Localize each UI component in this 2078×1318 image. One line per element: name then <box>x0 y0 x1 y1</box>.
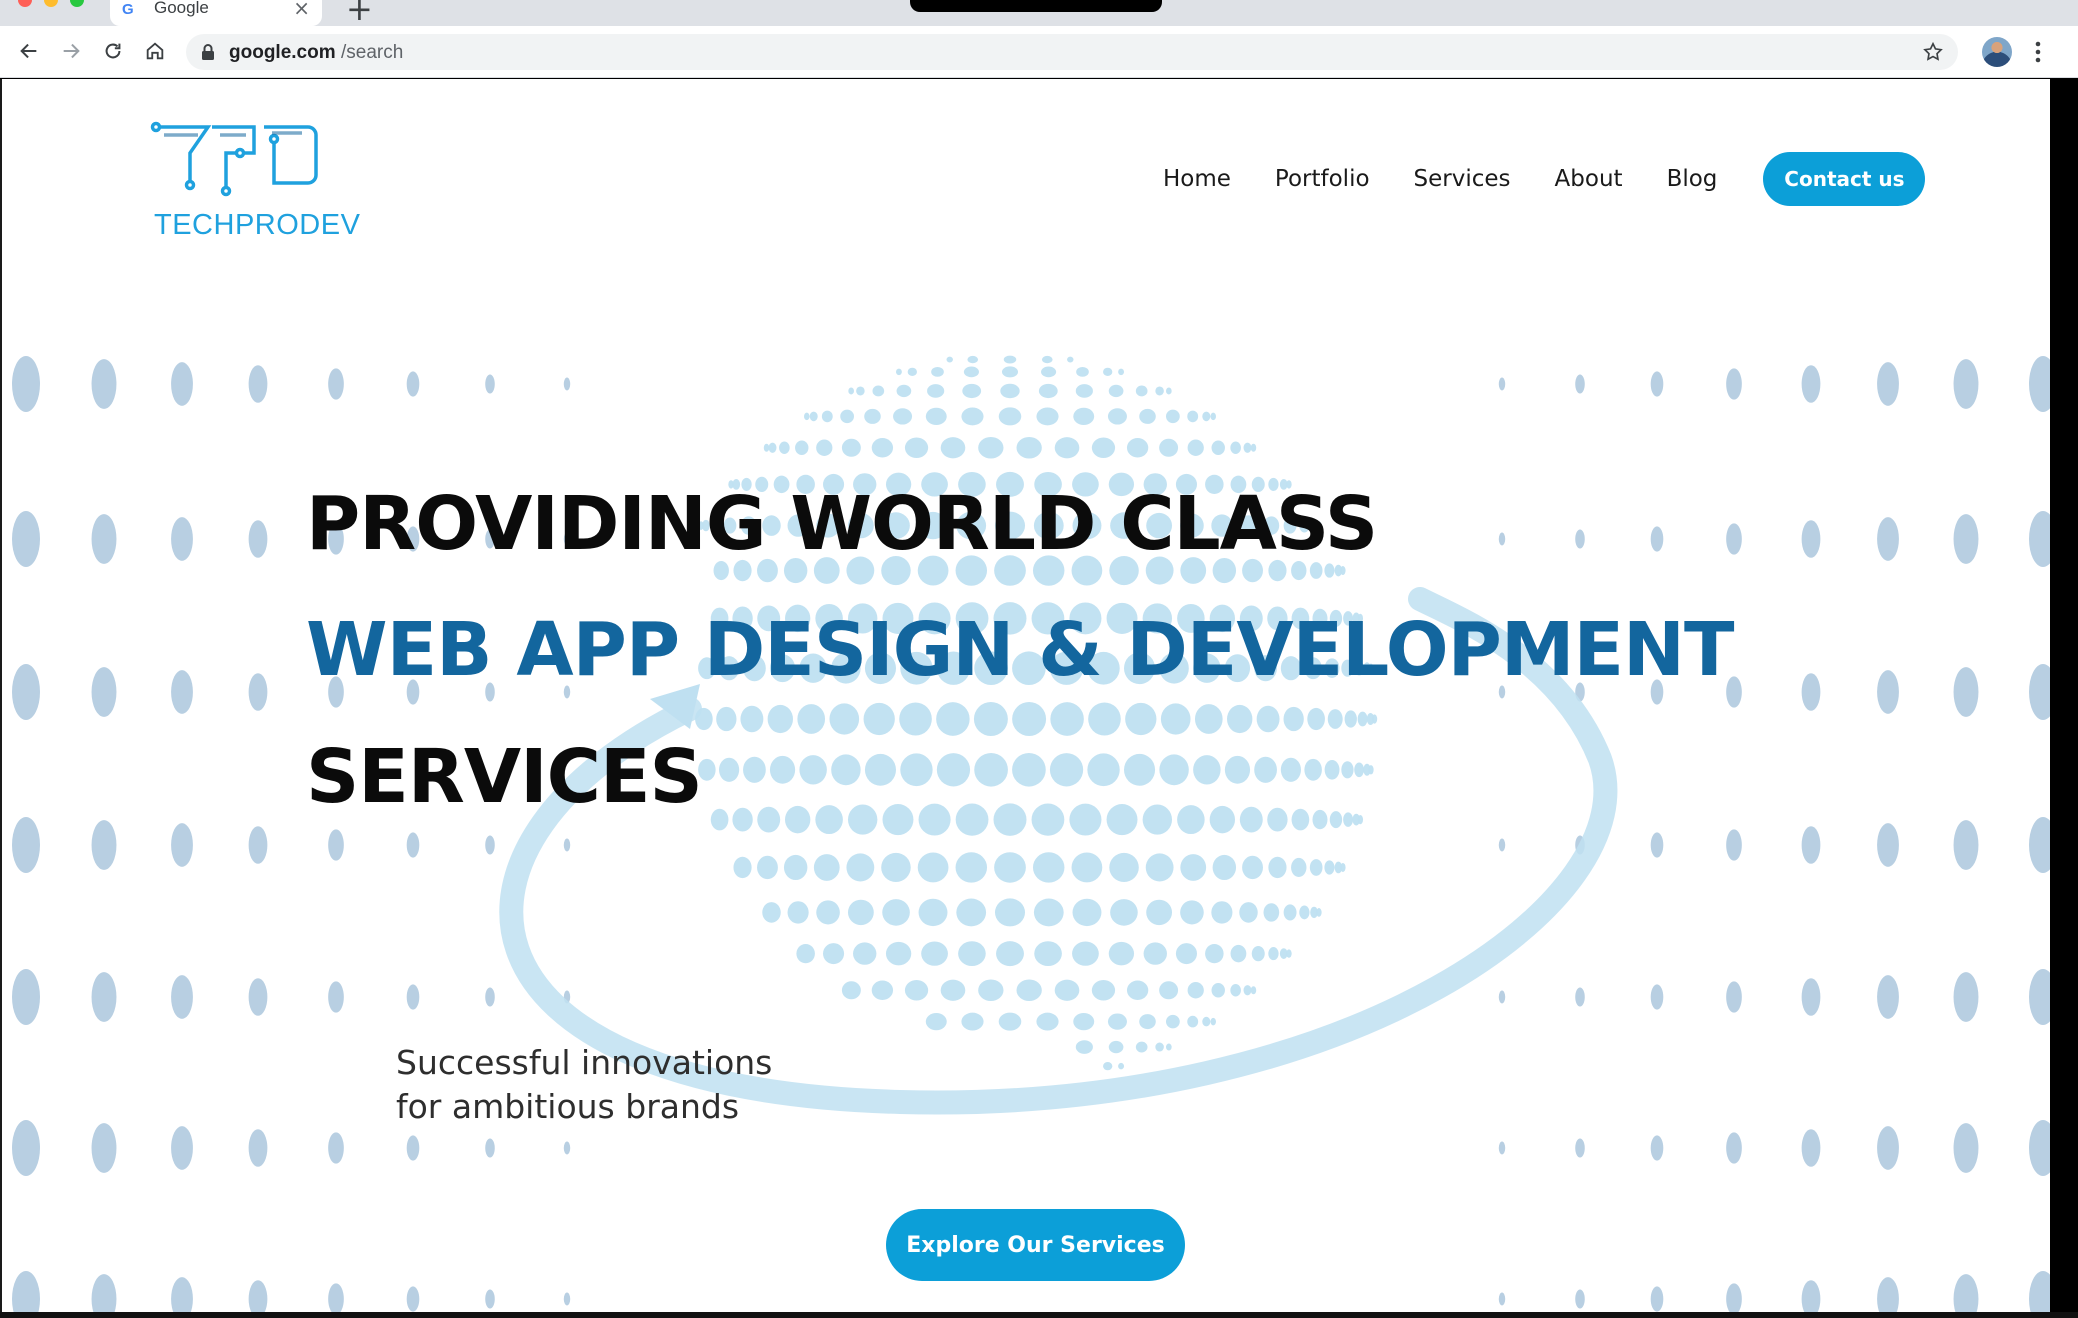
close-window-button[interactable] <box>18 0 32 7</box>
url-path: /search <box>341 42 404 63</box>
bookmark-star-icon[interactable] <box>1922 41 1944 63</box>
camera-notch <box>910 0 1162 12</box>
back-arrow-icon <box>20 43 37 59</box>
nav-about[interactable]: About <box>1555 166 1623 192</box>
contact-us-button[interactable]: Contact us <box>1763 152 1926 206</box>
window-edge-left <box>0 79 2 1318</box>
logo-wordmark: TECHPRODEV <box>154 209 361 241</box>
hero-tagline-line-1: Successful innovations <box>396 1043 773 1082</box>
reload-icon <box>105 43 121 59</box>
hero-headline-line-2: WEB APP DESIGN & DEVELOPMENT <box>306 607 1734 693</box>
zoom-window-button[interactable] <box>70 0 84 7</box>
reload-button[interactable] <box>98 36 128 66</box>
hero-headline-line-3: SERVICES <box>306 734 703 820</box>
hero-headline-line-1: PROVIDING WORLD CLASS <box>306 481 1378 567</box>
tab-close-icon[interactable]: × <box>293 0 310 20</box>
main-navigation: Home Portfolio Services About Blog Conta… <box>1163 152 1926 206</box>
nav-blog[interactable]: Blog <box>1667 166 1718 192</box>
tab-title: Google <box>154 0 209 17</box>
nav-services[interactable]: Services <box>1414 166 1511 192</box>
minimize-window-button[interactable] <box>44 0 58 7</box>
tab-strip: G Google × + <box>0 0 2078 28</box>
browser-toolbar: google.com /search <box>0 26 2078 78</box>
browser-tab[interactable]: G Google × <box>110 0 322 26</box>
explore-services-button[interactable]: Explore Our Services <box>886 1209 1185 1281</box>
profile-avatar[interactable] <box>1982 37 2012 67</box>
nav-home[interactable]: Home <box>1163 166 1231 192</box>
hero-tagline-line-2: for ambitious brands <box>396 1087 740 1126</box>
back-button[interactable] <box>14 36 44 66</box>
new-tab-button[interactable]: + <box>346 0 373 28</box>
home-button[interactable] <box>140 36 170 66</box>
url-host: google.com <box>229 42 336 63</box>
home-icon <box>146 42 164 60</box>
forward-button[interactable] <box>56 36 86 66</box>
kebab-menu-icon[interactable] <box>2030 38 2046 66</box>
hero-background-art <box>12 355 2050 1312</box>
window-edge-right <box>2050 79 2078 1318</box>
forward-arrow-icon <box>63 43 80 59</box>
window-edge-bottom <box>0 1312 2078 1318</box>
web-page: TECHPRODEV Home Portfolio Services About… <box>0 79 2050 1312</box>
address-bar[interactable]: google.com /search <box>186 34 1958 70</box>
google-favicon-icon: G <box>122 1 134 18</box>
nav-portfolio[interactable]: Portfolio <box>1275 166 1370 192</box>
lock-icon <box>202 44 214 60</box>
